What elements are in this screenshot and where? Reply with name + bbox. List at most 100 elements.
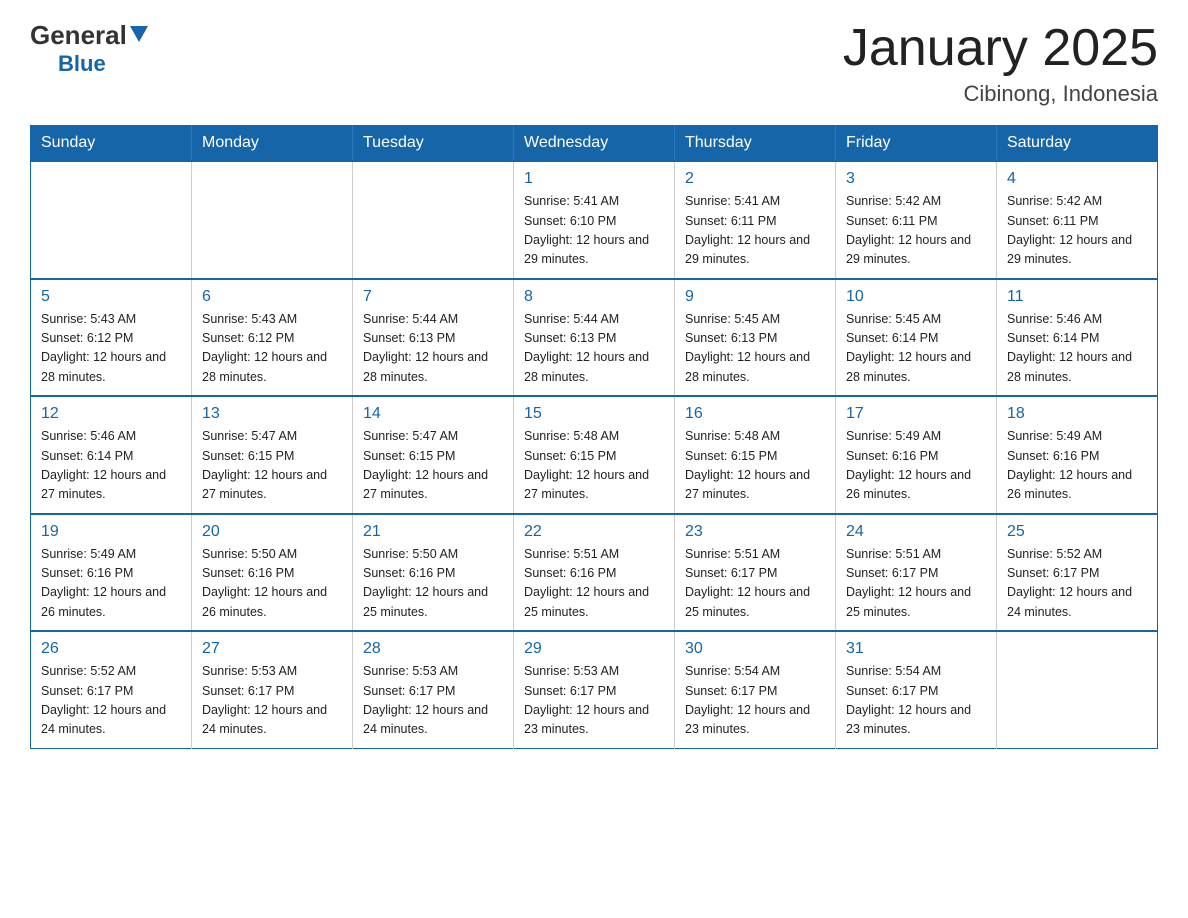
calendar-cell: 15 Sunrise: 5:48 AM Sunset: 6:15 PM Dayli… — [514, 396, 675, 514]
logo-blue-text: Blue — [58, 51, 106, 76]
title-block: January 2025 Cibinong, Indonesia — [843, 20, 1158, 107]
day-info: Sunrise: 5:51 AM Sunset: 6:17 PM Dayligh… — [846, 545, 986, 623]
day-number: 14 — [363, 405, 503, 423]
day-number: 15 — [524, 405, 664, 423]
day-info: Sunrise: 5:53 AM Sunset: 6:17 PM Dayligh… — [524, 662, 664, 740]
day-number: 17 — [846, 405, 986, 423]
day-number: 13 — [202, 405, 342, 423]
day-number: 16 — [685, 405, 825, 423]
calendar-week-row: 12 Sunrise: 5:46 AM Sunset: 6:14 PM Dayli… — [31, 396, 1158, 514]
calendar-cell: 14 Sunrise: 5:47 AM Sunset: 6:15 PM Dayli… — [353, 396, 514, 514]
day-number: 22 — [524, 523, 664, 541]
calendar-week-row: 19 Sunrise: 5:49 AM Sunset: 6:16 PM Dayli… — [31, 514, 1158, 632]
calendar-week-row: 5 Sunrise: 5:43 AM Sunset: 6:12 PM Daylig… — [31, 279, 1158, 397]
calendar-cell: 18 Sunrise: 5:49 AM Sunset: 6:16 PM Dayli… — [997, 396, 1158, 514]
calendar-cell: 19 Sunrise: 5:49 AM Sunset: 6:16 PM Dayli… — [31, 514, 192, 632]
calendar-cell: 12 Sunrise: 5:46 AM Sunset: 6:14 PM Dayli… — [31, 396, 192, 514]
day-info: Sunrise: 5:53 AM Sunset: 6:17 PM Dayligh… — [363, 662, 503, 740]
day-header-sunday: Sunday — [31, 126, 192, 162]
day-number: 5 — [41, 288, 181, 306]
day-number: 7 — [363, 288, 503, 306]
logo-triangle-icon — [130, 26, 148, 47]
day-number: 10 — [846, 288, 986, 306]
day-header-saturday: Saturday — [997, 126, 1158, 162]
day-header-friday: Friday — [836, 126, 997, 162]
calendar-cell: 2Sunrise: 5:41 AM Sunset: 6:11 PM Daylig… — [675, 161, 836, 279]
day-number: 1 — [524, 170, 664, 188]
day-number: 24 — [846, 523, 986, 541]
day-info: Sunrise: 5:52 AM Sunset: 6:17 PM Dayligh… — [1007, 545, 1147, 623]
day-info: Sunrise: 5:51 AM Sunset: 6:17 PM Dayligh… — [685, 545, 825, 623]
day-number: 25 — [1007, 523, 1147, 541]
day-number: 11 — [1007, 288, 1147, 306]
calendar-cell: 10 Sunrise: 5:45 AM Sunset: 6:14 PM Dayli… — [836, 279, 997, 397]
day-info: Sunrise: 5:45 AM Sunset: 6:13 PM Dayligh… — [685, 310, 825, 388]
day-info: Sunrise: 5:42 AM Sunset: 6:11 PM Dayligh… — [1007, 192, 1147, 270]
day-number: 29 — [524, 640, 664, 658]
day-info: Sunrise: 5:45 AM Sunset: 6:14 PM Dayligh… — [846, 310, 986, 388]
day-info: Sunrise: 5:44 AM Sunset: 6:13 PM Dayligh… — [363, 310, 503, 388]
calendar-cell: 24 Sunrise: 5:51 AM Sunset: 6:17 PM Dayli… — [836, 514, 997, 632]
day-number: 23 — [685, 523, 825, 541]
day-info: Sunrise: 5:49 AM Sunset: 6:16 PM Dayligh… — [1007, 427, 1147, 505]
calendar-cell: 22 Sunrise: 5:51 AM Sunset: 6:16 PM Dayli… — [514, 514, 675, 632]
calendar-cell: 7 Sunrise: 5:44 AM Sunset: 6:13 PM Daylig… — [353, 279, 514, 397]
day-info: Sunrise: 5:41 AM Sunset: 6:11 PM Dayligh… — [685, 192, 825, 270]
day-header-wednesday: Wednesday — [514, 126, 675, 162]
day-info: Sunrise: 5:43 AM Sunset: 6:12 PM Dayligh… — [41, 310, 181, 388]
day-number: 27 — [202, 640, 342, 658]
location-subtitle: Cibinong, Indonesia — [843, 81, 1158, 107]
day-header-monday: Monday — [192, 126, 353, 162]
calendar-cell: 27 Sunrise: 5:53 AM Sunset: 6:17 PM Dayli… — [192, 631, 353, 748]
calendar-cell: 31 Sunrise: 5:54 AM Sunset: 6:17 PM Dayli… — [836, 631, 997, 748]
calendar-cell: 26Sunrise: 5:52 AM Sunset: 6:17 PM Dayli… — [31, 631, 192, 748]
calendar-cell: 29 Sunrise: 5:53 AM Sunset: 6:17 PM Dayli… — [514, 631, 675, 748]
calendar-cell: 6 Sunrise: 5:43 AM Sunset: 6:12 PM Daylig… — [192, 279, 353, 397]
day-info: Sunrise: 5:50 AM Sunset: 6:16 PM Dayligh… — [363, 545, 503, 623]
day-header-tuesday: Tuesday — [353, 126, 514, 162]
day-number: 20 — [202, 523, 342, 541]
calendar-cell: 3Sunrise: 5:42 AM Sunset: 6:11 PM Daylig… — [836, 161, 997, 279]
day-info: Sunrise: 5:51 AM Sunset: 6:16 PM Dayligh… — [524, 545, 664, 623]
day-info: Sunrise: 5:43 AM Sunset: 6:12 PM Dayligh… — [202, 310, 342, 388]
calendar-cell: 21Sunrise: 5:50 AM Sunset: 6:16 PM Dayli… — [353, 514, 514, 632]
day-info: Sunrise: 5:48 AM Sunset: 6:15 PM Dayligh… — [524, 427, 664, 505]
page-header: General Blue January 2025 Cibinong, Indo… — [30, 20, 1158, 107]
day-number: 18 — [1007, 405, 1147, 423]
calendar-header-row: SundayMondayTuesdayWednesdayThursdayFrid… — [31, 126, 1158, 162]
day-info: Sunrise: 5:41 AM Sunset: 6:10 PM Dayligh… — [524, 192, 664, 270]
logo: General Blue — [30, 20, 148, 77]
calendar-cell: 13Sunrise: 5:47 AM Sunset: 6:15 PM Dayli… — [192, 396, 353, 514]
calendar-cell: 8Sunrise: 5:44 AM Sunset: 6:13 PM Daylig… — [514, 279, 675, 397]
calendar-cell: 4 Sunrise: 5:42 AM Sunset: 6:11 PM Daylig… — [997, 161, 1158, 279]
day-info: Sunrise: 5:46 AM Sunset: 6:14 PM Dayligh… — [1007, 310, 1147, 388]
day-number: 31 — [846, 640, 986, 658]
calendar-week-row: 1 Sunrise: 5:41 AM Sunset: 6:10 PM Daylig… — [31, 161, 1158, 279]
calendar-cell: 1 Sunrise: 5:41 AM Sunset: 6:10 PM Daylig… — [514, 161, 675, 279]
day-number: 30 — [685, 640, 825, 658]
day-number: 6 — [202, 288, 342, 306]
day-info: Sunrise: 5:49 AM Sunset: 6:16 PM Dayligh… — [846, 427, 986, 505]
calendar-cell: 16Sunrise: 5:48 AM Sunset: 6:15 PM Dayli… — [675, 396, 836, 514]
calendar-cell: 9 Sunrise: 5:45 AM Sunset: 6:13 PM Daylig… — [675, 279, 836, 397]
day-info: Sunrise: 5:50 AM Sunset: 6:16 PM Dayligh… — [202, 545, 342, 623]
day-info: Sunrise: 5:54 AM Sunset: 6:17 PM Dayligh… — [685, 662, 825, 740]
day-number: 28 — [363, 640, 503, 658]
day-number: 4 — [1007, 170, 1147, 188]
calendar-week-row: 26Sunrise: 5:52 AM Sunset: 6:17 PM Dayli… — [31, 631, 1158, 748]
day-info: Sunrise: 5:47 AM Sunset: 6:15 PM Dayligh… — [363, 427, 503, 505]
day-number: 9 — [685, 288, 825, 306]
day-number: 12 — [41, 405, 181, 423]
day-info: Sunrise: 5:53 AM Sunset: 6:17 PM Dayligh… — [202, 662, 342, 740]
calendar-cell — [997, 631, 1158, 748]
calendar-cell — [353, 161, 514, 279]
day-info: Sunrise: 5:44 AM Sunset: 6:13 PM Dayligh… — [524, 310, 664, 388]
day-number: 19 — [41, 523, 181, 541]
day-info: Sunrise: 5:52 AM Sunset: 6:17 PM Dayligh… — [41, 662, 181, 740]
day-info: Sunrise: 5:49 AM Sunset: 6:16 PM Dayligh… — [41, 545, 181, 623]
calendar-cell: 28 Sunrise: 5:53 AM Sunset: 6:17 PM Dayli… — [353, 631, 514, 748]
day-info: Sunrise: 5:54 AM Sunset: 6:17 PM Dayligh… — [846, 662, 986, 740]
day-info: Sunrise: 5:46 AM Sunset: 6:14 PM Dayligh… — [41, 427, 181, 505]
calendar-cell: 25 Sunrise: 5:52 AM Sunset: 6:17 PM Dayli… — [997, 514, 1158, 632]
calendar-title: January 2025 — [843, 20, 1158, 77]
